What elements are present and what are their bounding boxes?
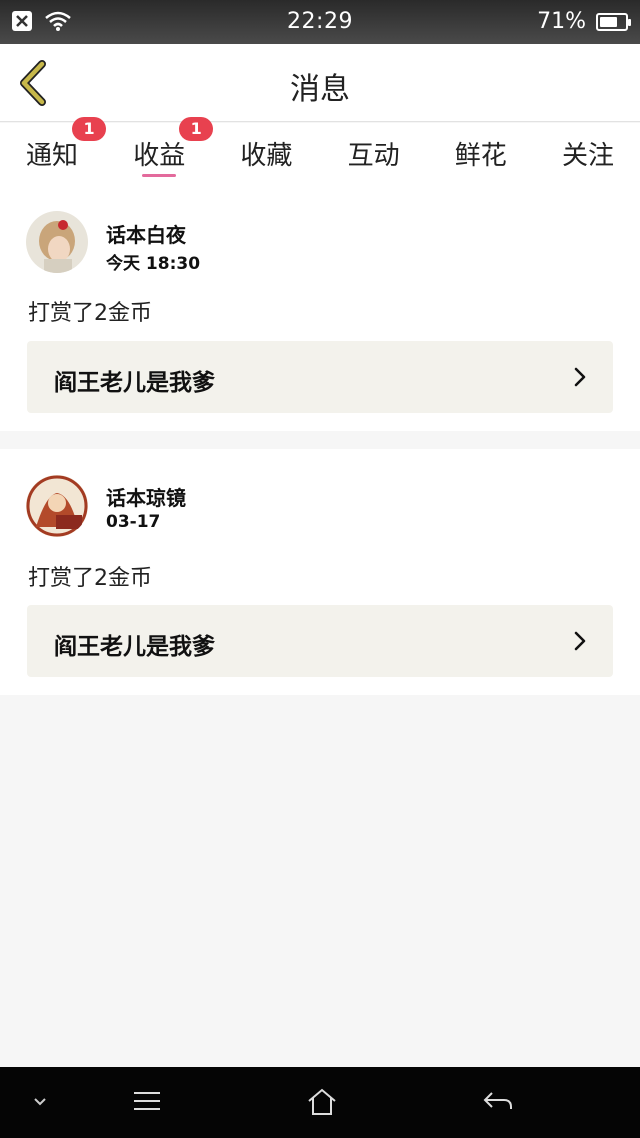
tab-earnings[interactable]: 收益 1 xyxy=(133,117,214,183)
header: 消息 xyxy=(0,44,640,122)
message-text: 打赏了2金币 xyxy=(28,301,152,326)
tab-interactions[interactable]: 互动 xyxy=(348,123,400,183)
chevron-right-icon xyxy=(574,631,586,651)
chevron-down-icon[interactable] xyxy=(32,1097,48,1107)
battery-percent: 71% xyxy=(537,9,586,34)
user-name[interactable]: 话本白夜 xyxy=(106,219,186,248)
back-icon[interactable] xyxy=(482,1089,514,1113)
message-card: 话本白夜 今天 18:30 打赏了2金币 阎王老儿是我爹 xyxy=(0,183,640,431)
message-time: 03-17 xyxy=(106,512,161,532)
book-title: 阎王老儿是我爹 xyxy=(54,634,215,660)
chevron-right-icon xyxy=(574,367,586,387)
avatar[interactable] xyxy=(26,211,88,273)
tab-label: 互动 xyxy=(347,141,400,171)
tab-label: 关注 xyxy=(561,141,614,171)
tab-favorites[interactable]: 收藏 xyxy=(240,123,292,183)
tab-bar: 通知 1 收益 1 收藏 互动 鲜花 关注 xyxy=(0,117,640,183)
tab-label: 鲜花 xyxy=(454,141,507,171)
unread-badge: 1 xyxy=(179,117,214,141)
book-link[interactable]: 阎王老儿是我爹 xyxy=(27,605,613,677)
user-name[interactable]: 话本琼镜 xyxy=(106,482,186,511)
menu-icon[interactable] xyxy=(132,1089,162,1113)
tab-label: 收藏 xyxy=(240,141,293,171)
tab-following[interactable]: 关注 xyxy=(562,123,614,183)
navigation-bar xyxy=(0,1067,640,1138)
active-tab-indicator xyxy=(142,174,177,177)
status-bar: 22:29 71% xyxy=(0,0,640,44)
battery-icon xyxy=(596,12,631,31)
tab-label: 通知 xyxy=(26,141,79,171)
unread-badge: 1 xyxy=(72,117,107,141)
page-title: 消息 xyxy=(290,72,350,107)
home-icon[interactable] xyxy=(306,1087,338,1117)
tab-flowers[interactable]: 鲜花 xyxy=(455,123,507,183)
message-time: 今天 18:30 xyxy=(106,254,201,274)
message-text: 打赏了2金币 xyxy=(28,566,152,591)
book-title: 阎王老儿是我爹 xyxy=(54,370,215,396)
message-card: 话本琼镜 03-17 打赏了2金币 阎王老儿是我爹 xyxy=(0,449,640,695)
avatar[interactable] xyxy=(26,475,88,537)
tab-label: 收益 xyxy=(133,141,186,171)
battery-level xyxy=(600,16,617,27)
tab-notifications[interactable]: 通知 1 xyxy=(26,117,107,183)
book-link[interactable]: 阎王老儿是我爹 xyxy=(27,341,613,413)
